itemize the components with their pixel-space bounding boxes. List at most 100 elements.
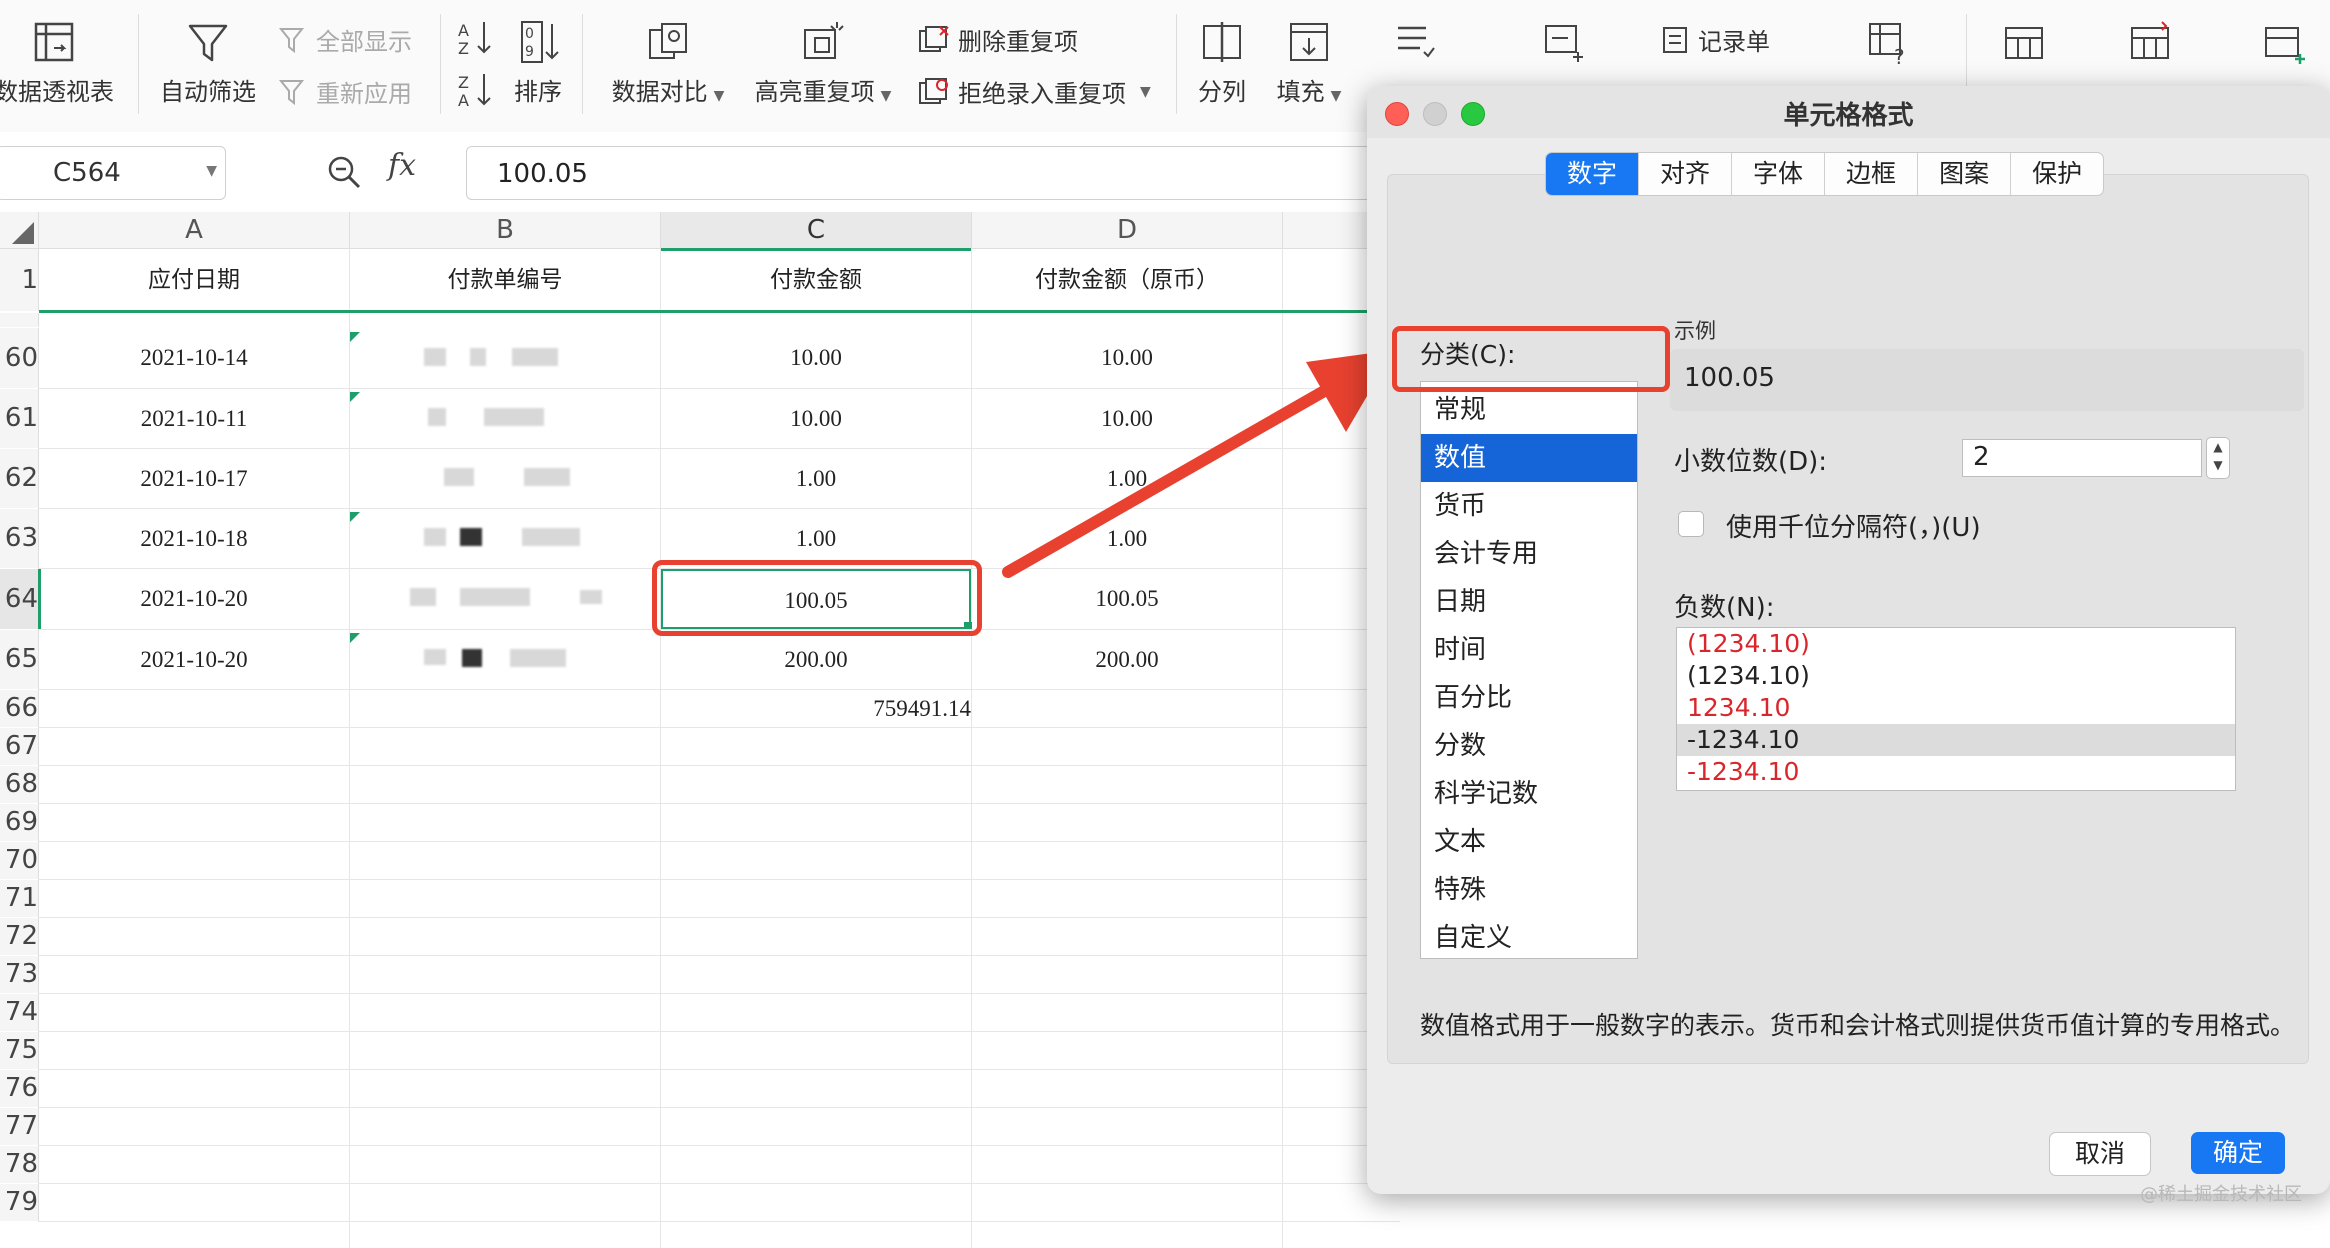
cell-date[interactable]: 2021-10-11 bbox=[39, 389, 349, 448]
data-compare-text: 数据对比 bbox=[611, 78, 708, 106]
ok-button[interactable]: 确定 bbox=[2191, 1132, 2285, 1174]
row-number[interactable]: 62 bbox=[0, 449, 39, 508]
row-number[interactable]: 68 bbox=[0, 766, 39, 803]
cell-total[interactable]: 759491.14 bbox=[661, 690, 971, 727]
row-number[interactable]: 74 bbox=[0, 994, 39, 1031]
row-number[interactable]: 60 bbox=[0, 328, 39, 388]
row-number[interactable]: 69 bbox=[0, 804, 39, 841]
category-item-fraction[interactable]: 分数 bbox=[1421, 722, 1637, 770]
category-item-currency[interactable]: 货币 bbox=[1421, 482, 1637, 530]
zoom-icon[interactable] bbox=[326, 154, 362, 190]
highlight-duplicates-button[interactable]: 高亮重复项 ▼ bbox=[748, 18, 898, 107]
cell-date[interactable]: 2021-10-17 bbox=[39, 449, 349, 508]
sort-button[interactable]: 09 排序 bbox=[500, 18, 576, 107]
negative-option[interactable]: 1234.10 bbox=[1677, 692, 2235, 724]
category-item-date[interactable]: 日期 bbox=[1421, 578, 1637, 626]
sheet-summary-button[interactable] bbox=[2254, 18, 2314, 66]
header-cell-amount[interactable]: 付款金额 bbox=[661, 249, 971, 311]
row-number[interactable]: 61 bbox=[0, 389, 39, 448]
category-item-number[interactable]: 数值 bbox=[1421, 434, 1637, 482]
negative-option[interactable]: -1234.10 bbox=[1677, 756, 2235, 788]
sheet-tool-button[interactable] bbox=[1994, 18, 2054, 66]
row-number[interactable]: 67 bbox=[0, 728, 39, 765]
row-number[interactable]: 63 bbox=[0, 509, 39, 568]
data-compare-button[interactable]: 数据对比 ▼ bbox=[600, 18, 736, 107]
tab-pattern[interactable]: 图案 bbox=[1918, 153, 2012, 195]
sort-descending-button[interactable]: ZA bbox=[456, 70, 492, 110]
cell-amount[interactable]: 10.00 bbox=[661, 328, 971, 388]
cell-date[interactable]: 2021-10-20 bbox=[39, 569, 349, 629]
negative-numbers-list[interactable]: (1234.10) (1234.10) 1234.10 -1234.10 -12… bbox=[1676, 627, 2236, 791]
row-number[interactable]: 78 bbox=[0, 1146, 39, 1183]
tab-border[interactable]: 边框 bbox=[1825, 153, 1919, 195]
record-form-button[interactable]: 记录单 bbox=[1660, 22, 1770, 57]
row-number[interactable]: 66 bbox=[0, 690, 39, 727]
autofilter-button[interactable]: 自动筛选 bbox=[150, 18, 266, 107]
category-list[interactable]: 常规 数值 货币 会计专用 日期 时间 百分比 分数 科学记数 文本 特殊 自定… bbox=[1420, 381, 1638, 959]
cell-date[interactable]: 2021-10-14 bbox=[39, 328, 349, 388]
header-cell-payment-no[interactable]: 付款单编号 bbox=[350, 249, 660, 311]
category-item-accounting[interactable]: 会计专用 bbox=[1421, 530, 1637, 578]
fill-button[interactable]: 填充 ▼ bbox=[1264, 18, 1354, 107]
row-number[interactable]: 79 bbox=[0, 1184, 39, 1221]
name-box[interactable]: C564 ▼ bbox=[0, 146, 226, 200]
cell-amount[interactable]: 1.00 bbox=[661, 449, 971, 508]
sheet-merge-button[interactable] bbox=[2120, 18, 2180, 66]
cell-date[interactable]: 2021-10-18 bbox=[39, 509, 349, 568]
category-item-time[interactable]: 时间 bbox=[1421, 626, 1637, 674]
chevron-up-icon[interactable]: ▲ bbox=[2207, 438, 2229, 456]
column-header-a[interactable]: A bbox=[39, 212, 350, 249]
row-number-selected[interactable]: 64 bbox=[0, 569, 41, 629]
formula-input[interactable]: 100.05 bbox=[466, 146, 1418, 200]
row-number[interactable]: 72 bbox=[0, 918, 39, 955]
cell-date[interactable]: 2021-10-20 bbox=[39, 630, 349, 689]
insert-dropdown-button[interactable] bbox=[1534, 18, 1594, 66]
column-header-c[interactable]: C bbox=[661, 212, 972, 251]
decimals-stepper[interactable]: ▲ ▼ bbox=[2206, 437, 2230, 479]
header-cell-amount-original[interactable]: 付款金额（原币） bbox=[972, 249, 1282, 311]
category-item-text[interactable]: 文本 bbox=[1421, 818, 1637, 866]
header-cell-date[interactable]: 应付日期 bbox=[39, 249, 349, 311]
chevron-down-icon[interactable]: ▼ bbox=[2207, 456, 2229, 474]
row-number[interactable]: 77 bbox=[0, 1108, 39, 1145]
row-number[interactable]: 1 bbox=[0, 249, 39, 311]
tab-font[interactable]: 字体 bbox=[1732, 153, 1826, 195]
cell-amount[interactable]: 10.00 bbox=[661, 389, 971, 448]
select-all-corner[interactable] bbox=[0, 212, 39, 249]
tab-alignment[interactable]: 对齐 bbox=[1639, 153, 1733, 195]
split-columns-button[interactable]: 分列 bbox=[1186, 18, 1258, 107]
category-item-general[interactable]: 常规 bbox=[1421, 386, 1637, 434]
category-item-custom[interactable]: 自定义 bbox=[1421, 914, 1637, 962]
row-number[interactable]: 65 bbox=[0, 630, 39, 689]
function-icon[interactable]: fx bbox=[388, 148, 416, 183]
category-item-scientific[interactable]: 科学记数 bbox=[1421, 770, 1637, 818]
cancel-button[interactable]: 取消 bbox=[2049, 1132, 2151, 1176]
tab-protection[interactable]: 保护 bbox=[2011, 153, 2103, 195]
negative-option[interactable]: (1234.10) bbox=[1677, 660, 2235, 692]
decimals-input[interactable]: 2 bbox=[1962, 439, 2202, 477]
remove-duplicates-button[interactable]: 删除重复项 bbox=[918, 22, 1078, 57]
row-number[interactable]: 73 bbox=[0, 956, 39, 993]
what-if-button[interactable]: ? bbox=[1858, 18, 1918, 66]
negative-option-selected[interactable]: -1234.10 bbox=[1677, 724, 2235, 756]
category-item-percentage[interactable]: 百分比 bbox=[1421, 674, 1637, 722]
sort-ascending-button[interactable]: AZ bbox=[456, 18, 492, 58]
tab-number[interactable]: 数字 bbox=[1546, 153, 1640, 195]
row-number[interactable]: 75 bbox=[0, 1032, 39, 1069]
cell-amount[interactable]: 200.00 bbox=[661, 630, 971, 689]
column-header-b[interactable]: B bbox=[350, 212, 661, 249]
show-all-button[interactable]: 全部显示 bbox=[278, 22, 412, 57]
data-validation-button[interactable] bbox=[1384, 18, 1444, 66]
thousands-separator-checkbox[interactable] bbox=[1678, 511, 1704, 537]
reject-duplicates-button[interactable]: 拒绝录入重复项 ▼ bbox=[918, 74, 1151, 109]
category-item-special[interactable]: 特殊 bbox=[1421, 866, 1637, 914]
row-number[interactable]: 76 bbox=[0, 1070, 39, 1107]
pivot-table-button[interactable]: 数据透视表 bbox=[0, 18, 114, 107]
redacted-text bbox=[424, 528, 446, 546]
cell-amount-original[interactable]: 200.00 bbox=[972, 630, 1282, 689]
reapply-button[interactable]: 重新应用 bbox=[278, 74, 412, 109]
row-number[interactable]: 70 bbox=[0, 842, 39, 879]
row-number[interactable]: 71 bbox=[0, 880, 39, 917]
column-header-d[interactable]: D bbox=[972, 212, 1283, 249]
negative-option[interactable]: (1234.10) bbox=[1677, 628, 2235, 660]
